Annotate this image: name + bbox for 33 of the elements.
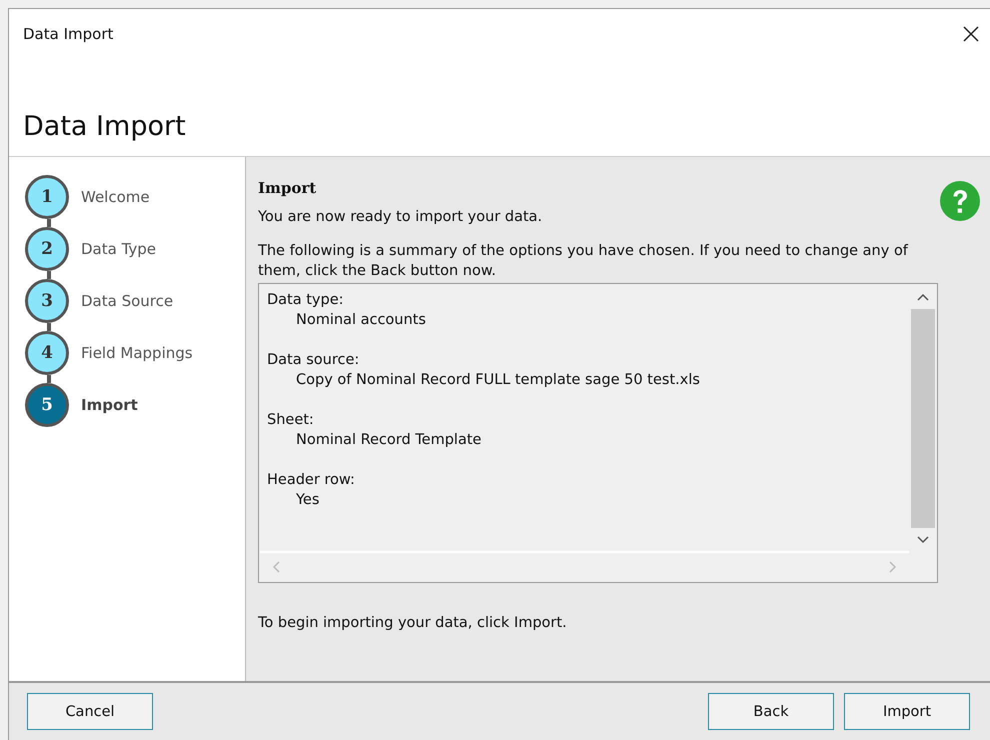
intro-text: You are now ready to import your data. bbox=[258, 208, 544, 227]
step-number: 5 bbox=[25, 383, 69, 427]
step-label: Import bbox=[81, 396, 138, 414]
summary-label: Sheet: bbox=[267, 411, 315, 430]
step-label: Welcome bbox=[81, 188, 150, 206]
scroll-right-icon[interactable] bbox=[889, 561, 897, 573]
step-number: 4 bbox=[25, 331, 69, 375]
summary-note: The following is a summary of the options you have chosen. If you need to change any of them, click the Back button now. bbox=[258, 242, 910, 281]
summary-value: Nominal Record Template bbox=[295, 431, 482, 450]
close-icon[interactable] bbox=[962, 24, 980, 42]
window-title: Data Import bbox=[23, 24, 114, 42]
step-number: 3 bbox=[25, 279, 69, 323]
step-number: 2 bbox=[25, 227, 69, 271]
wizard-button[interactable]: Back bbox=[708, 693, 834, 730]
step-label: Data Source bbox=[81, 292, 174, 310]
summary-value: Nominal accounts bbox=[295, 311, 427, 330]
step-label: Data Type bbox=[81, 240, 156, 258]
scroll-down-icon[interactable] bbox=[917, 536, 929, 544]
step-label: Field Mappings bbox=[81, 344, 193, 362]
summary-label: Data source: bbox=[267, 351, 360, 370]
scroll-left-icon[interactable] bbox=[272, 561, 280, 573]
help-icon[interactable] bbox=[940, 181, 980, 221]
header-title: Data Import bbox=[23, 111, 186, 142]
wizard-button[interactable]: Import bbox=[844, 693, 970, 730]
summary-label: Data type: bbox=[267, 291, 345, 310]
cancel-button[interactable]: Cancel bbox=[27, 693, 153, 730]
scroll-up-icon[interactable] bbox=[917, 293, 929, 301]
summary-label: Header row: bbox=[267, 471, 356, 490]
section-heading: Import bbox=[258, 179, 318, 197]
step-number: 1 bbox=[25, 175, 69, 219]
summary-value: Copy of Nominal Record FULL template sage 50 test.xls bbox=[295, 371, 701, 390]
summary-value: Yes bbox=[295, 491, 320, 510]
footer-note: To begin importing your data, click Import. bbox=[258, 614, 568, 633]
